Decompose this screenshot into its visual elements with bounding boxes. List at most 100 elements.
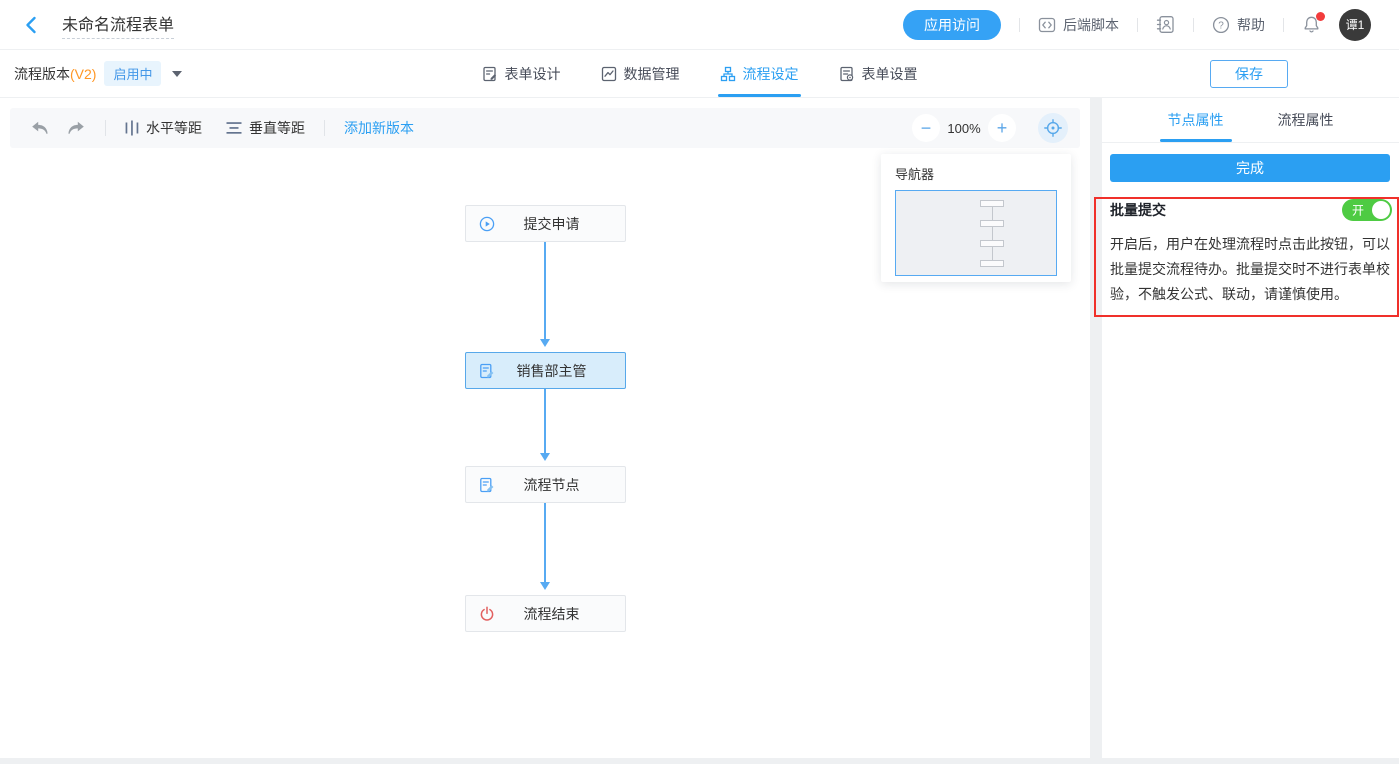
horizontal-spacing-label: 水平等距 xyxy=(146,118,202,138)
tab-form-settings[interactable]: 表单设置 xyxy=(839,50,918,97)
form-edit-icon xyxy=(479,477,495,493)
panel-tabs: 节点属性 流程属性 xyxy=(1102,98,1399,143)
vertical-spacing-icon xyxy=(226,121,242,135)
node-label: 提交申请 xyxy=(524,214,580,234)
status-badge: 启用中 xyxy=(104,61,161,86)
code-icon xyxy=(1038,16,1056,34)
flow-connector xyxy=(544,242,546,344)
redo-button[interactable] xyxy=(66,121,86,136)
version-tag: (V2) xyxy=(70,66,96,82)
zoom-out-button[interactable]: − xyxy=(912,114,940,142)
zoom-level: 100% xyxy=(940,121,988,136)
redo-icon xyxy=(66,121,86,136)
batch-submit-section: 批量提交 开 开启后，用户在处理流程时点击此按钮，可以 批量提交流程待办。批量提… xyxy=(1102,182,1399,307)
sub-header: 流程版本 (V2) 启用中 表单设计 数据管理 xyxy=(0,50,1399,98)
help-button[interactable]: ? 帮助 xyxy=(1212,15,1265,35)
flow-node-end[interactable]: 流程结束 xyxy=(465,595,626,632)
version-label: 流程版本 xyxy=(14,64,70,84)
svg-text:?: ? xyxy=(1218,20,1224,31)
horizontal-spacing-icon xyxy=(125,120,139,136)
user-avatar[interactable]: 谭1 xyxy=(1339,9,1371,41)
vertical-spacing-label: 垂直等距 xyxy=(249,118,305,138)
app-window: 未命名流程表单 应用访问 后端脚本 xyxy=(0,0,1399,764)
divider xyxy=(105,120,106,136)
description-line: 批量提交流程待办。批量提交时不进行表单校 xyxy=(1110,257,1392,282)
description-line: 开启后，用户在处理流程时点击此按钮，可以 xyxy=(1110,232,1392,257)
tab-label: 表单设计 xyxy=(505,64,561,84)
backend-script-button[interactable]: 后端脚本 xyxy=(1038,15,1119,35)
properties-panel: 节点属性 流程属性 完成 批量提交 开 开启后，用户在处理流程时点击此按钮，可以… xyxy=(1102,98,1399,758)
form-settings-icon xyxy=(839,66,855,82)
notification-button[interactable] xyxy=(1302,15,1321,34)
contacts-icon xyxy=(1156,15,1175,34)
crosshair-icon xyxy=(1044,119,1062,137)
flow-connector xyxy=(544,503,546,587)
play-icon xyxy=(479,216,495,232)
notification-dot xyxy=(1316,12,1325,21)
back-button[interactable] xyxy=(22,15,42,35)
zoom-in-button[interactable]: + xyxy=(988,114,1016,142)
navigator-panel: 导航器 xyxy=(881,154,1071,282)
done-button[interactable]: 完成 xyxy=(1110,154,1390,182)
zoom-controls: − 100% + xyxy=(912,113,1080,143)
tab-data-manage[interactable]: 数据管理 xyxy=(601,50,680,97)
flow-setting-icon xyxy=(720,66,736,82)
batch-submit-toggle[interactable]: 开 xyxy=(1342,199,1392,221)
divider xyxy=(1137,18,1138,32)
tab-label: 数据管理 xyxy=(624,64,680,84)
divider xyxy=(1283,18,1284,32)
top-header: 未命名流程表单 应用访问 后端脚本 xyxy=(0,0,1399,50)
app-access-button[interactable]: 应用访问 xyxy=(903,10,1001,40)
tab-flow-setting[interactable]: 流程设定 xyxy=(720,50,799,97)
flow-node-sales-manager[interactable]: 销售部主管 xyxy=(465,352,626,389)
undo-icon xyxy=(30,121,50,136)
help-icon: ? xyxy=(1212,16,1230,34)
save-button[interactable]: 保存 xyxy=(1210,60,1288,88)
minimap-connector xyxy=(992,227,993,240)
header-actions: 应用访问 后端脚本 xyxy=(903,9,1399,41)
minimap-node xyxy=(980,200,1004,207)
vertical-equal-spacing-button[interactable]: 垂直等距 xyxy=(226,118,305,138)
main-tabs: 表单设计 数据管理 流程设定 xyxy=(482,50,918,97)
tab-label: 表单设置 xyxy=(862,64,918,84)
navigator-minimap[interactable] xyxy=(895,190,1057,276)
batch-submit-header: 批量提交 开 xyxy=(1110,199,1392,221)
tab-flow-properties[interactable]: 流程属性 xyxy=(1278,98,1334,142)
node-label: 流程结束 xyxy=(524,604,580,624)
flow-connector xyxy=(544,389,546,458)
flow-node-start[interactable]: 提交申请 xyxy=(465,205,626,242)
minimap-flow xyxy=(980,200,1004,267)
minimap-node xyxy=(980,260,1004,267)
node-label: 销售部主管 xyxy=(517,361,587,381)
toggle-state-label: 开 xyxy=(1352,202,1364,219)
description-line: 验，不触发公式、联动，请谨慎使用。 xyxy=(1110,282,1392,307)
tab-label: 流程设定 xyxy=(743,64,799,84)
add-new-version-button[interactable]: 添加新版本 xyxy=(344,118,414,138)
contacts-button[interactable] xyxy=(1156,15,1175,34)
tab-node-properties[interactable]: 节点属性 xyxy=(1168,98,1224,142)
tab-form-design[interactable]: 表单设计 xyxy=(482,50,561,97)
content-area: 水平等距 垂直等距 添加新版本 − 100% + xyxy=(0,98,1399,764)
minimap-connector xyxy=(992,247,993,260)
minimap-node xyxy=(980,220,1004,227)
caret-down-icon[interactable] xyxy=(172,71,182,82)
undo-button[interactable] xyxy=(30,121,50,136)
version-selector[interactable]: 流程版本 (V2) 启用中 xyxy=(14,61,182,86)
form-design-icon xyxy=(482,66,498,82)
flow-node-task[interactable]: 流程节点 xyxy=(465,466,626,503)
node-label: 流程节点 xyxy=(524,475,580,495)
power-icon xyxy=(479,606,495,622)
form-edit-icon xyxy=(479,363,495,379)
batch-submit-description: 开启后，用户在处理流程时点击此按钮，可以 批量提交流程待办。批量提交时不进行表单… xyxy=(1110,232,1392,307)
flow-canvas[interactable]: 水平等距 垂直等距 添加新版本 − 100% + xyxy=(0,98,1090,758)
help-label: 帮助 xyxy=(1237,15,1265,35)
divider xyxy=(1019,18,1020,32)
fit-view-button[interactable] xyxy=(1038,113,1068,143)
navigator-title: 导航器 xyxy=(881,154,1071,190)
page-title[interactable]: 未命名流程表单 xyxy=(62,11,174,39)
toggle-knob xyxy=(1372,201,1390,219)
horizontal-equal-spacing-button[interactable]: 水平等距 xyxy=(125,118,202,138)
batch-submit-title: 批量提交 xyxy=(1110,200,1166,220)
divider xyxy=(324,120,325,136)
minimap-connector xyxy=(992,207,993,220)
